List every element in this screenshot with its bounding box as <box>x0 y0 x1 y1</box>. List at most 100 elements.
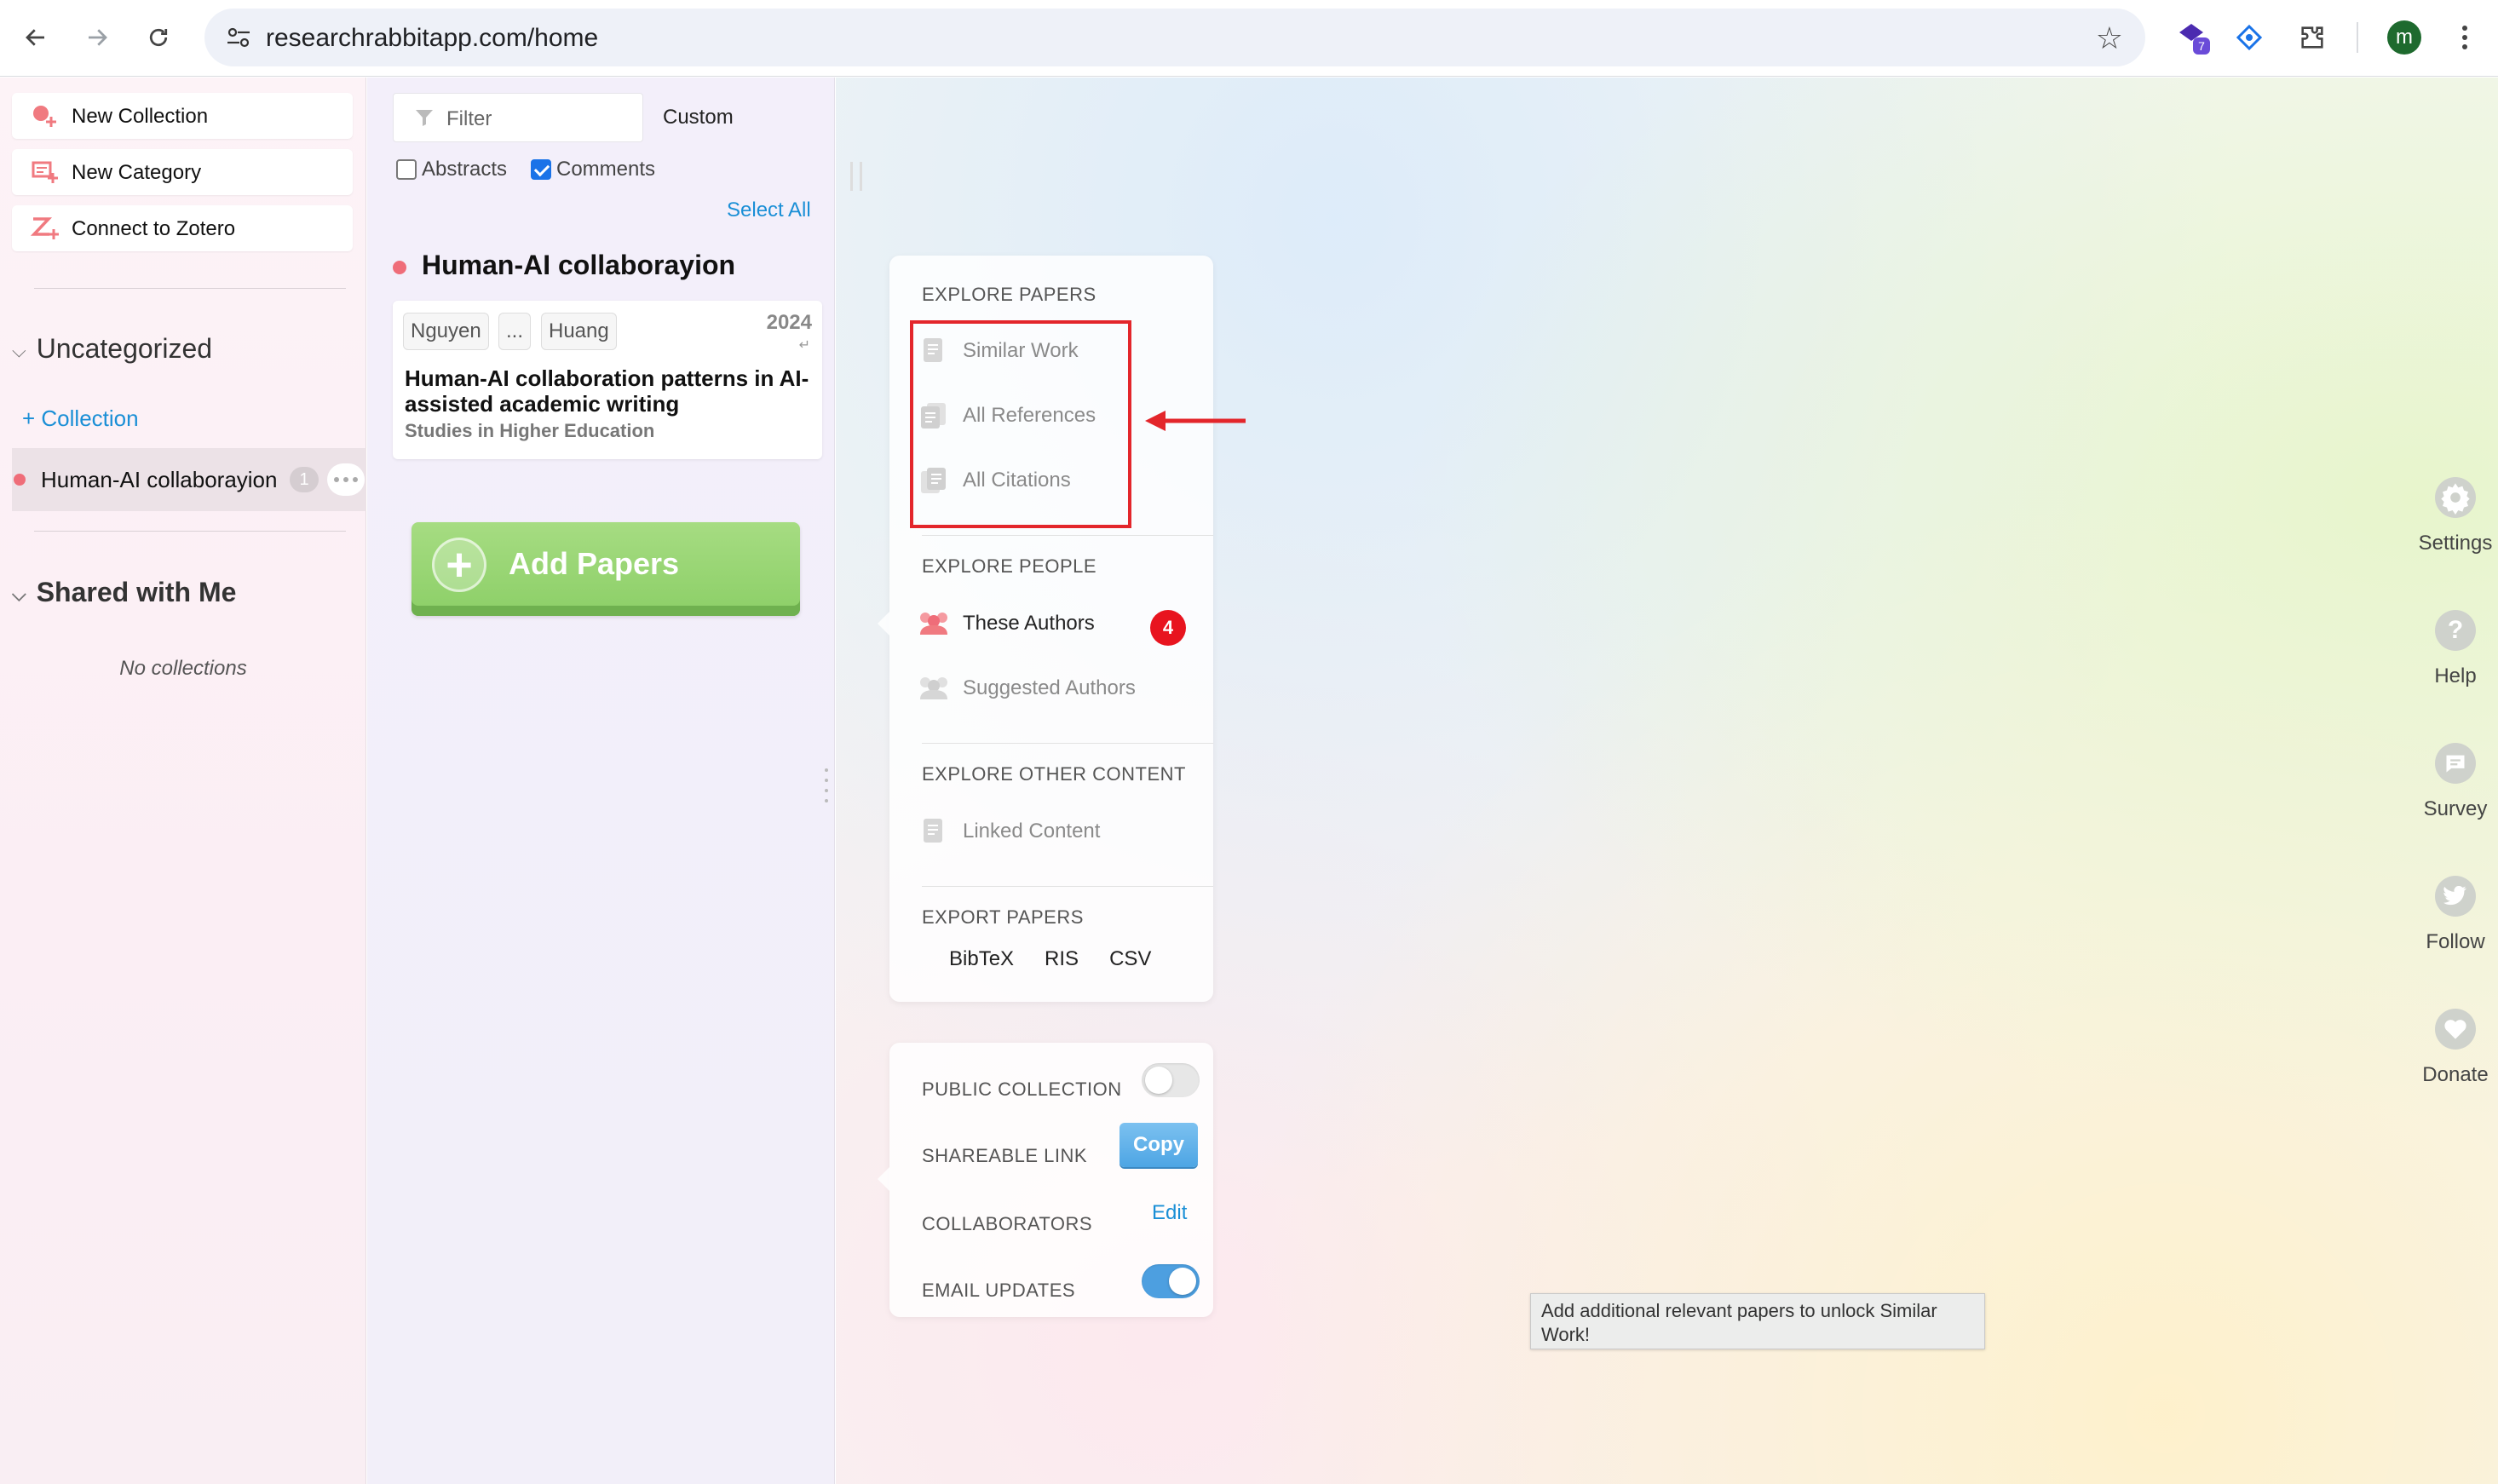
select-all-link[interactable]: Select All <box>727 198 811 222</box>
explore-people-label: EXPLORE PEOPLE <box>922 555 1097 577</box>
annotation-arrow <box>1145 411 1246 431</box>
left-sidebar: New Collection New Category Connect to Z… <box>0 78 366 1484</box>
new-collection-label: New Collection <box>72 105 209 128</box>
author-chip[interactable]: Huang <box>541 313 617 350</box>
papers-panel: Filter Custom Abstracts Comments Select … <box>367 78 835 1484</box>
toggle-knob <box>1145 1067 1172 1094</box>
heart-icon <box>2435 1009 2476 1050</box>
filter-placeholder: Filter <box>446 107 492 130</box>
url-text[interactable]: researchrabbitapp.com/home <box>266 24 598 53</box>
card-pointer <box>878 1167 889 1191</box>
settings-rail-item[interactable]: Settings <box>2403 477 2498 555</box>
profile-avatar[interactable]: m <box>2387 20 2421 55</box>
card-divider <box>922 535 1213 536</box>
explore-papers-label: EXPLORE PAPERS <box>922 284 1096 305</box>
filter-funnel-icon <box>414 107 435 132</box>
abstracts-label: Abstracts <box>422 158 508 181</box>
filter-input[interactable]: Filter <box>393 93 643 142</box>
these-authors-item[interactable]: These Authors <box>917 607 1095 641</box>
extension-shield-icon[interactable]: 7 <box>2174 19 2212 56</box>
author-chip-ellipsis[interactable]: ... <box>498 313 532 350</box>
people-group-icon <box>917 608 951 639</box>
export-papers-label: EXPORT PAPERS <box>922 906 1084 928</box>
collection-heading: Human-AI collaborayion <box>393 250 735 281</box>
panel-drag-grip[interactable] <box>850 162 862 191</box>
authors-count-badge: 4 <box>1150 610 1186 646</box>
edit-collaborators-link[interactable]: Edit <box>1152 1201 1187 1225</box>
export-csv-button[interactable]: CSV <box>1109 947 1151 971</box>
paper-card[interactable]: Nguyen ... Huang 2024 ↵ Human-AI collabo… <box>393 301 822 459</box>
connect-zotero-button[interactable]: Connect to Zotero <box>12 205 353 251</box>
zotero-icon <box>30 216 60 241</box>
panel-resize-handle[interactable] <box>825 768 830 802</box>
sidebar-divider <box>34 531 346 532</box>
address-bar[interactable]: researchrabbitapp.com/home ☆ <box>204 9 2145 66</box>
help-rail-item[interactable]: ? Help <box>2403 610 2498 688</box>
shared-section-header[interactable]: ⌵ Shared with Me <box>12 577 236 608</box>
toggle-knob <box>1169 1268 1196 1295</box>
comments-checkbox-box[interactable] <box>531 159 551 180</box>
these-authors-label: These Authors <box>963 612 1095 635</box>
sort-dropdown[interactable]: Custom <box>663 106 734 129</box>
comments-label: Comments <box>556 158 656 181</box>
gear-icon <box>2435 477 2476 518</box>
forward-icon[interactable] <box>78 19 116 56</box>
abstracts-checkbox-box[interactable] <box>396 159 417 180</box>
bookmark-star-icon[interactable]: ☆ <box>2096 20 2123 56</box>
new-category-label: New Category <box>72 161 202 184</box>
export-bibtex-button[interactable]: BibTeX <box>949 947 1014 971</box>
paper-title: Human-AI collaboration patterns in AI-as… <box>405 365 809 417</box>
question-icon: ? <box>2435 610 2476 651</box>
new-collection-icon <box>31 103 60 129</box>
browser-menu-icon[interactable] <box>2452 19 2478 56</box>
extensions-puzzle-icon[interactable] <box>2294 19 2331 56</box>
new-category-button[interactable]: New Category <box>12 149 353 195</box>
back-icon[interactable] <box>17 19 55 56</box>
email-updates-label: EMAIL UPDATES <box>922 1280 1076 1301</box>
email-updates-toggle[interactable] <box>1142 1264 1200 1298</box>
linked-content-item[interactable]: Linked Content <box>917 814 1100 848</box>
survey-rail-item[interactable]: Survey <box>2403 743 2498 821</box>
survey-label: Survey <box>2423 797 2488 820</box>
plus-icon: + <box>432 538 486 592</box>
uncategorized-section-header[interactable]: ⌵ Uncategorized <box>12 333 212 365</box>
comments-checkbox[interactable]: Comments <box>531 158 655 181</box>
toolbar-separator <box>2357 22 2358 53</box>
reload-icon[interactable] <box>140 19 177 56</box>
chevron-down-icon: ⌵ <box>12 583 26 605</box>
site-settings-icon[interactable] <box>223 23 254 52</box>
abstracts-checkbox[interactable]: Abstracts <box>396 158 507 181</box>
suggested-authors-item[interactable]: Suggested Authors <box>917 671 1136 705</box>
document-icon <box>917 816 951 847</box>
author-chip[interactable]: Nguyen <box>403 313 489 350</box>
help-label: Help <box>2434 664 2477 687</box>
card-divider <box>922 886 1213 887</box>
collection-name: Human-AI collaborayion <box>41 467 278 492</box>
collection-more-icon[interactable] <box>327 463 365 496</box>
extension-tag-icon[interactable] <box>2230 19 2268 56</box>
add-papers-button[interactable]: + Add Papers <box>412 522 800 616</box>
linked-content-label: Linked Content <box>963 820 1101 843</box>
paper-venue: Studies in Higher Education <box>405 420 655 441</box>
export-ris-button[interactable]: RIS <box>1045 947 1079 971</box>
browser-toolbar: researchrabbitapp.com/home ☆ 7 m <box>0 0 2498 77</box>
card-divider <box>922 743 1213 744</box>
suggested-authors-label: Suggested Authors <box>963 676 1136 699</box>
annotation-highlight-box <box>910 320 1131 528</box>
card-pointer <box>878 612 889 636</box>
collaborators-label: COLLABORATORS <box>922 1213 1093 1234</box>
public-collection-toggle[interactable] <box>1142 1063 1200 1097</box>
connect-zotero-label: Connect to Zotero <box>72 217 236 240</box>
settings-label: Settings <box>2418 532 2493 555</box>
copy-link-button[interactable]: Copy <box>1119 1123 1198 1167</box>
sidebar-item-collection[interactable]: Human-AI collaborayion 1 <box>12 448 366 511</box>
collection-color-dot <box>14 474 26 486</box>
uncategorized-title: Uncategorized <box>36 333 213 364</box>
similar-work-tooltip: Add additional relevant papers to unlock… <box>1530 1293 1985 1349</box>
new-collection-button[interactable]: New Collection <box>12 93 353 139</box>
people-group-icon <box>917 673 951 704</box>
add-collection-link[interactable]: + Collection <box>22 406 139 432</box>
follow-rail-item[interactable]: Follow <box>2403 876 2498 954</box>
donate-rail-item[interactable]: Donate <box>2403 1009 2498 1087</box>
collection-color-dot <box>393 260 406 274</box>
